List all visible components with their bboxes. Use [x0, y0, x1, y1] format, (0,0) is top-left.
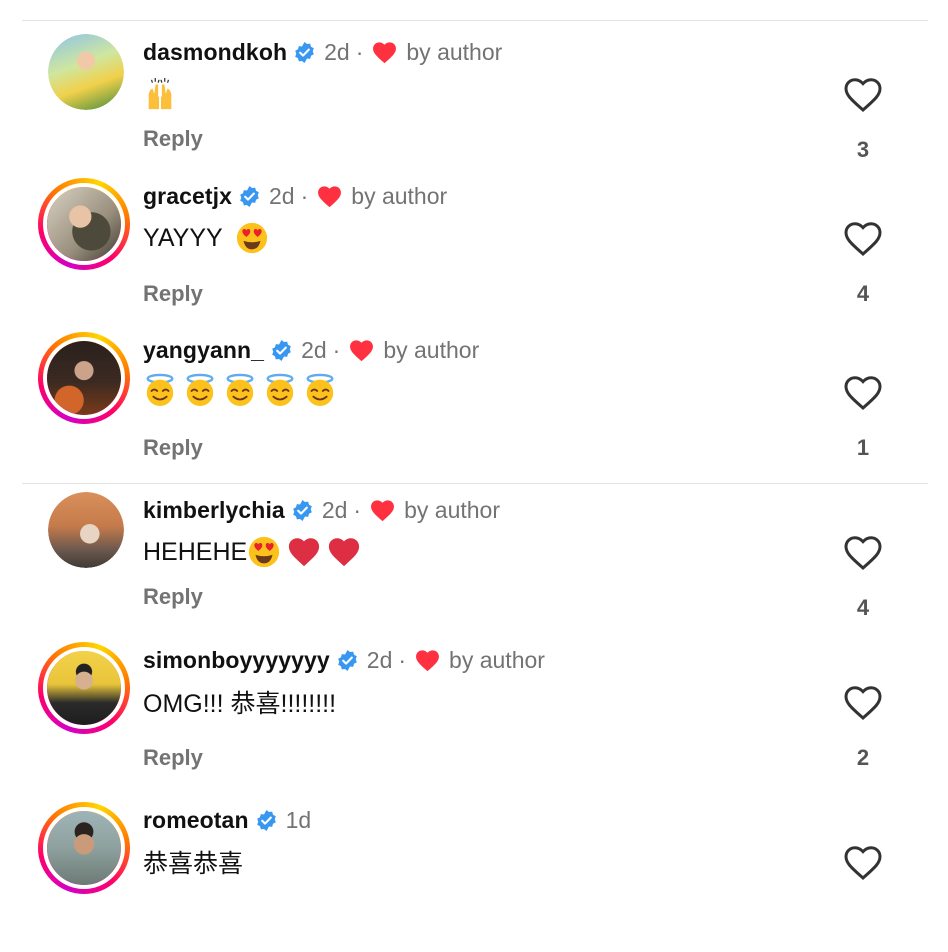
comment-meta: yangyann_ 2d · by author — [143, 332, 479, 368]
timestamp: 1d — [285, 806, 312, 833]
comment-text-content: OMG!!! 恭喜!!!!!!!! — [143, 690, 337, 718]
divider — [22, 20, 928, 21]
comment-item: kimberlychia 2d · by author HEHEHE Reply… — [0, 492, 948, 642]
like-heart-icon[interactable] — [842, 374, 884, 412]
comment-item: dasmondkoh 2d · by author Reply 3 — [0, 34, 948, 184]
verified-badge-icon — [295, 41, 314, 63]
comment-text: OMG!!! 恭喜!!!!!!!! — [143, 684, 336, 720]
reply-button[interactable]: Reply — [143, 745, 203, 771]
by-author-label: by author — [383, 336, 480, 363]
halo-emoji-icon — [306, 373, 334, 407]
author-liked-heart-icon — [318, 186, 342, 208]
raising-hands-emoji-icon — [148, 77, 172, 110]
avatar[interactable] — [48, 492, 124, 568]
comment-text — [143, 76, 183, 112]
comment-item: romeotan 1d 恭喜恭喜 — [0, 802, 948, 952]
heart-eyes-emoji-icon — [249, 536, 280, 568]
comment-text: HEHEHE — [143, 534, 367, 570]
author-liked-heart-icon — [350, 340, 374, 362]
comment-text-content: HEHEHE — [143, 537, 248, 566]
username[interactable]: gracetjx — [143, 183, 232, 210]
timestamp: 2d — [301, 336, 327, 363]
comment-text: YAYYY — [143, 220, 275, 256]
separator-dot: · — [355, 38, 364, 65]
reply-button[interactable]: Reply — [143, 435, 203, 461]
timestamp: 2d — [321, 496, 348, 523]
by-author-label: by author — [449, 646, 545, 673]
like-heart-icon[interactable] — [842, 220, 884, 258]
comment-text: 恭喜恭喜 — [143, 844, 243, 880]
like-count: 3 — [856, 137, 870, 162]
comment-text-content: 恭喜恭喜 — [143, 850, 244, 878]
verified-badge-icon — [293, 499, 312, 521]
separator-dot: · — [398, 646, 407, 673]
reply-button[interactable]: Reply — [143, 126, 203, 152]
like-heart-icon[interactable] — [842, 844, 884, 882]
like-count: 4 — [856, 281, 870, 306]
heart-eyes-emoji-icon — [236, 222, 267, 254]
like-heart-icon[interactable] — [842, 684, 884, 722]
avatar-with-story-ring[interactable] — [38, 802, 130, 894]
comment-meta: kimberlychia 2d · by author — [143, 492, 500, 528]
halo-emoji-icon — [186, 373, 214, 407]
comment-item: simonboyyyyyyy 2d · by author OMG!!! 恭喜!… — [0, 642, 948, 792]
by-author-label: by author — [404, 496, 500, 523]
comment-text-content: YAYYY — [143, 223, 223, 252]
author-liked-heart-icon — [416, 650, 440, 672]
like-count: 4 — [856, 595, 870, 620]
username[interactable]: romeotan — [143, 807, 249, 834]
avatar-with-story-ring[interactable] — [38, 178, 130, 270]
separator-dot: · — [300, 182, 309, 209]
red-heart-emoji-icon — [329, 538, 360, 567]
like-count: 2 — [856, 745, 870, 770]
like-count: 1 — [856, 435, 870, 460]
verified-badge-icon — [256, 809, 276, 831]
username[interactable]: simonboyyyyyyy — [143, 647, 330, 674]
timestamp: 2d — [324, 38, 350, 65]
by-author-label: by author — [406, 38, 503, 65]
divider — [22, 483, 928, 484]
author-liked-heart-icon — [373, 42, 397, 64]
comment-meta: gracetjx 2d · by author — [143, 178, 447, 214]
separator-dot: · — [353, 496, 362, 523]
comment-meta: dasmondkoh 2d · by author — [143, 34, 502, 70]
avatar-with-story-ring[interactable] — [38, 642, 130, 734]
separator-dot: · — [332, 336, 341, 363]
comment-text — [143, 372, 343, 408]
username[interactable]: dasmondkoh — [143, 39, 287, 66]
timestamp: 2d — [269, 182, 295, 209]
reply-button[interactable]: Reply — [143, 584, 203, 610]
username[interactable]: kimberlychia — [143, 497, 285, 524]
like-heart-icon[interactable] — [842, 534, 884, 572]
username[interactable]: yangyann_ — [143, 337, 264, 364]
by-author-label: by author — [351, 182, 448, 209]
reply-button[interactable]: Reply — [143, 281, 203, 307]
author-liked-heart-icon — [371, 500, 395, 522]
halo-emoji-icon — [266, 373, 294, 407]
comment-item: gracetjx 2d · by author YAYYY Reply 4 — [0, 178, 948, 328]
verified-badge-icon — [337, 649, 357, 671]
timestamp: 2d — [366, 646, 393, 673]
avatar[interactable] — [48, 34, 124, 110]
halo-emoji-icon — [226, 373, 254, 407]
halo-emoji-icon — [146, 373, 174, 407]
avatar-with-story-ring[interactable] — [38, 332, 130, 424]
red-heart-emoji-icon — [289, 538, 320, 567]
comment-meta: romeotan 1d — [143, 802, 311, 838]
comment-item: yangyann_ 2d · by author Reply 1 — [0, 332, 948, 482]
comment-meta: simonboyyyyyyy 2d · by author — [143, 642, 545, 678]
verified-badge-icon — [240, 185, 259, 207]
verified-badge-icon — [272, 339, 291, 361]
like-heart-icon[interactable] — [842, 76, 884, 114]
